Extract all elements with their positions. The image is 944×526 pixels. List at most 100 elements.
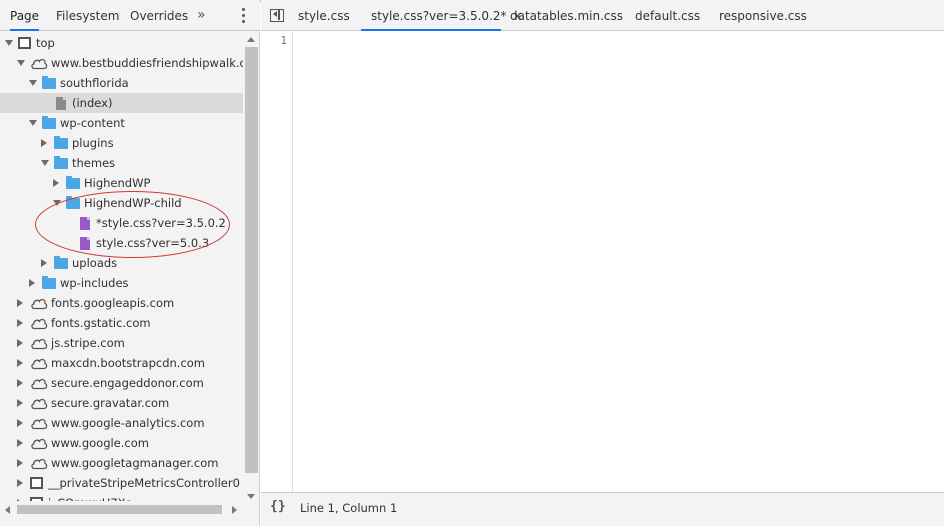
cloud-icon <box>30 416 48 430</box>
line-number-gutter: 1 <box>261 32 293 492</box>
scroll-right-arrow-icon[interactable] <box>232 506 237 514</box>
scroll-down-arrow-icon[interactable] <box>247 494 255 499</box>
pretty-print-icon[interactable]: {} <box>270 499 286 514</box>
tab-page[interactable]: Page <box>10 0 40 31</box>
navigator-panel: Page Filesystem Overrides » top www.bestb… <box>0 0 260 526</box>
tree-item-label: wp-content <box>60 116 125 130</box>
tree-item[interactable]: secure.engageddonor.com <box>0 373 243 393</box>
cloud-icon <box>30 376 48 390</box>
collapsed-arrow-icon[interactable] <box>17 439 23 447</box>
tree-item-label: www.googletagmanager.com <box>51 456 219 470</box>
collapsed-arrow-icon[interactable] <box>17 379 23 387</box>
tree-item[interactable]: fonts.gstatic.com <box>0 313 243 333</box>
tree-item-label: www.bestbuddiesfriendshipwalk.org <box>51 56 243 70</box>
tree-item[interactable]: top <box>0 33 243 53</box>
cloud-icon <box>30 316 48 330</box>
collapsed-arrow-icon[interactable] <box>29 279 35 287</box>
editor-tab[interactable]: responsive.css <box>719 0 807 31</box>
tree-item-label: js.stripe.com <box>51 336 125 350</box>
tree-item[interactable]: maxcdn.bootstrapcdn.com <box>0 353 243 373</box>
tree-item[interactable]: i_CQmwuU7Xs <box>0 493 243 501</box>
file-tree: top www.bestbuddiesfriendshipwalk.org sout… <box>0 33 243 501</box>
collapsed-arrow-icon[interactable] <box>17 319 23 327</box>
tab-filesystem[interactable]: Filesystem <box>56 0 119 31</box>
tree-item[interactable]: wp-includes <box>0 273 243 293</box>
tree-item[interactable]: secure.gravatar.com <box>0 393 243 413</box>
annotation-ellipse <box>35 191 230 258</box>
cursor-position: Line 1, Column 1 <box>300 501 398 515</box>
tree-item-label: www.google-analytics.com <box>51 416 205 430</box>
editor-tab[interactable]: default.css <box>635 0 700 31</box>
more-tabs-icon[interactable]: » <box>197 7 206 23</box>
line-number: 1 <box>280 34 287 47</box>
collapsed-arrow-icon[interactable] <box>17 479 23 487</box>
collapsed-arrow-icon[interactable] <box>41 259 47 267</box>
navigator-tabs: Page Filesystem Overrides » <box>0 0 260 31</box>
tree-item-label: plugins <box>72 136 114 150</box>
tree-item-label: top <box>36 36 55 50</box>
tree-item[interactable]: www.bestbuddiesfriendshipwalk.org <box>0 53 243 73</box>
tree-item[interactable]: www.googletagmanager.com <box>0 453 243 473</box>
tree-item[interactable]: fonts.googleapis.com <box>0 293 243 313</box>
tree-horizontal-scroll-thumb[interactable] <box>17 505 222 514</box>
status-bar: {} Line 1, Column 1 <box>261 492 944 526</box>
tree-item-label: uploads <box>72 256 118 270</box>
tree-item[interactable]: www.google-analytics.com <box>0 413 243 433</box>
cloud-icon <box>30 356 48 370</box>
cloud-icon <box>30 396 48 410</box>
collapsed-arrow-icon[interactable] <box>53 179 59 187</box>
collapsed-arrow-icon[interactable] <box>17 459 23 467</box>
cloud-icon <box>30 336 48 350</box>
tree-vertical-scroll-thumb[interactable] <box>245 47 258 473</box>
toggle-navigator-icon[interactable] <box>270 9 284 22</box>
expanded-arrow-icon[interactable] <box>29 80 37 86</box>
folder-icon <box>66 176 80 189</box>
collapsed-arrow-icon[interactable] <box>17 419 23 427</box>
tree-item[interactable]: www.google.com <box>0 433 243 453</box>
tab-overrides[interactable]: Overrides <box>130 0 188 31</box>
tree-item-label: secure.gravatar.com <box>51 396 170 410</box>
expanded-arrow-icon[interactable] <box>29 120 37 126</box>
scroll-left-arrow-icon[interactable] <box>5 506 10 514</box>
tree-item[interactable]: plugins <box>0 133 243 153</box>
tree-item[interactable]: (index) <box>0 93 243 113</box>
cloud-icon <box>30 456 48 470</box>
collapsed-arrow-icon[interactable] <box>41 139 47 147</box>
folder-icon <box>42 116 56 129</box>
expanded-arrow-icon[interactable] <box>17 60 25 66</box>
tree-item-label: wp-includes <box>60 276 129 290</box>
collapsed-arrow-icon[interactable] <box>17 399 23 407</box>
folder-icon <box>42 276 56 289</box>
tree-item-label: themes <box>72 156 116 170</box>
folder-icon <box>54 256 68 269</box>
tree-item-label: HighendWP <box>84 176 151 190</box>
tree-item[interactable]: HighendWP <box>0 173 243 193</box>
tree-item[interactable]: southflorida <box>0 73 243 93</box>
tree-item-label: fonts.gstatic.com <box>51 316 151 330</box>
collapsed-arrow-icon[interactable] <box>17 299 23 307</box>
editor-tab[interactable]: datatables.min.css <box>510 0 623 31</box>
tree-item-label: www.google.com <box>51 436 149 450</box>
expanded-arrow-icon[interactable] <box>41 160 49 166</box>
tree-item-label: maxcdn.bootstrapcdn.com <box>51 356 206 370</box>
cloud-icon <box>30 436 48 450</box>
scroll-up-arrow-icon[interactable] <box>247 37 255 42</box>
tree-item[interactable]: __privateStripeMetricsController0 (ou <box>0 473 243 493</box>
editor-tab-active[interactable]: style.css?ver=3.5.0.2* × <box>361 0 523 31</box>
editor-tab[interactable]: style.css <box>298 0 350 31</box>
tree-item-label: (index) <box>72 96 113 110</box>
collapsed-arrow-icon[interactable] <box>17 359 23 367</box>
folder-icon <box>54 136 68 149</box>
folder-icon <box>54 156 68 169</box>
expanded-arrow-icon[interactable] <box>5 40 13 46</box>
frame-icon <box>18 37 31 49</box>
cloud-icon <box>30 56 48 70</box>
tree-item[interactable]: themes <box>0 153 243 173</box>
code-editor[interactable] <box>294 32 944 492</box>
tree-item[interactable]: wp-content <box>0 113 243 133</box>
kebab-menu-icon[interactable] <box>242 8 246 24</box>
collapsed-arrow-icon[interactable] <box>17 339 23 347</box>
editor-tab-label: style.css?ver=3.5.0.2* <box>371 9 507 23</box>
tree-item[interactable]: js.stripe.com <box>0 333 243 353</box>
folder-icon <box>42 76 56 89</box>
